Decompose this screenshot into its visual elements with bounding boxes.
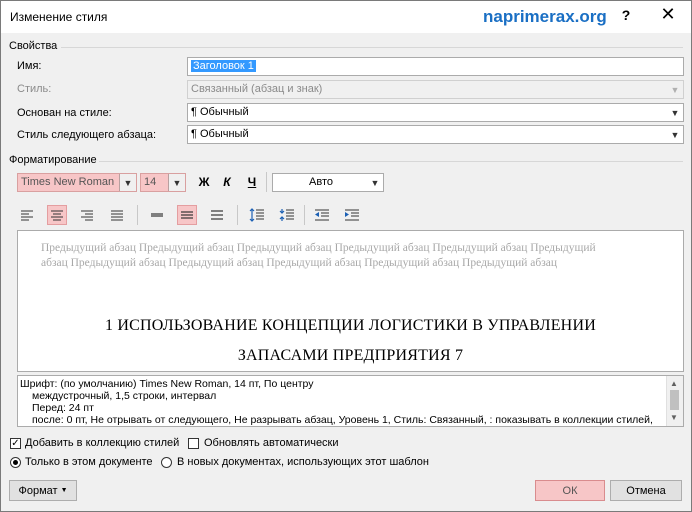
description-line: Перед: 24 пт [32, 402, 94, 414]
description-scrollbar[interactable]: ▲ ▼ [666, 376, 683, 426]
title-bar: Изменение стиля naprimerax.org ? ✕ [1, 1, 691, 33]
description-line: Шрифт: (по умолчанию) Times New Roman, 1… [20, 378, 314, 390]
space-before-increase-icon[interactable] [247, 205, 267, 225]
chevron-down-icon[interactable]: ▼ [667, 104, 683, 121]
based-on-select[interactable]: ¶ Обычный ▼ [187, 103, 684, 122]
add-to-gallery-checkbox[interactable]: ✓ [10, 438, 21, 449]
previous-paragraph-text: Предыдущий абзац Предыдущий абзац Предыд… [41, 242, 596, 269]
toolbar-separator [137, 205, 138, 225]
properties-divider [61, 47, 683, 48]
justify-icon[interactable] [107, 205, 127, 225]
font-size-select[interactable]: 14 ▼ [140, 173, 186, 192]
dialog-title: Изменение стиля [10, 10, 108, 24]
style-description: Шрифт: (по умолчанию) Times New Roman, 1… [17, 375, 684, 427]
formatting-section-label: Форматирование [9, 154, 97, 166]
watermark: naprimerax.org [483, 7, 607, 26]
based-on-label: Основан на стиле: [17, 107, 112, 119]
chevron-down-icon[interactable]: ▼ [667, 126, 683, 143]
align-right-icon[interactable] [77, 205, 97, 225]
bold-button[interactable]: Ж [194, 172, 214, 192]
chevron-down-icon[interactable]: ▼ [119, 174, 136, 191]
name-input[interactable]: Заголовок 1 [187, 57, 684, 76]
add-to-gallery-label[interactable]: Добавить в коллекцию стилей [25, 437, 179, 449]
style-type-value: Связанный (абзац и знак) [191, 83, 323, 95]
only-this-document-label[interactable]: Только в этом документе [25, 456, 153, 468]
toolbar-separator [237, 205, 238, 225]
scroll-up-icon[interactable]: ▲ [670, 378, 678, 390]
cancel-button[interactable]: Отмена [610, 480, 682, 501]
next-style-label: Стиль следующего абзаца: [17, 129, 157, 141]
ok-button[interactable]: ОК [535, 480, 605, 501]
close-button[interactable]: ✕ [657, 4, 679, 25]
next-style-value: ¶ Обычный [191, 128, 249, 140]
decrease-indent-icon[interactable] [312, 205, 332, 225]
font-color-select[interactable]: Авто ▼ [272, 173, 384, 192]
font-size-value: 14 [144, 176, 157, 188]
auto-update-checkbox[interactable] [188, 438, 199, 449]
align-left-icon[interactable] [17, 205, 37, 225]
font-name-value: Times New Roman [21, 176, 115, 188]
based-on-value: ¶ Обычный [191, 106, 249, 118]
name-value: Заголовок 1 [191, 60, 256, 72]
scroll-down-icon[interactable]: ▼ [670, 412, 678, 424]
auto-update-label[interactable]: Обновлять автоматически [204, 437, 339, 449]
one-half-spacing-icon[interactable] [177, 205, 197, 225]
style-type-select: Связанный (абзац и знак) ▼ [187, 80, 684, 99]
description-line: после: 0 пт, Не отрывать от следующего, … [32, 414, 653, 426]
increase-indent-icon[interactable] [342, 205, 362, 225]
format-button-label: Формат [18, 484, 58, 497]
double-spacing-icon[interactable] [207, 205, 227, 225]
description-line: междустрочный, 1,5 строки, интервал [32, 390, 217, 402]
new-documents-radio[interactable] [161, 457, 172, 468]
chevron-down-icon: ▼ [60, 487, 68, 494]
help-button[interactable]: ? [618, 7, 634, 23]
toolbar-separator [304, 205, 305, 225]
font-name-select[interactable]: Times New Roman ▼ [17, 173, 137, 192]
style-type-label: Стиль: [17, 83, 52, 95]
font-color-value: Авто [309, 176, 333, 188]
modify-style-dialog: Изменение стиля naprimerax.org ? ✕ Свойс… [0, 0, 692, 512]
chevron-down-icon: ▼ [670, 84, 680, 95]
single-spacing-icon[interactable] [147, 205, 167, 225]
chevron-down-icon[interactable]: ▼ [168, 174, 185, 191]
chevron-down-icon[interactable]: ▼ [367, 174, 383, 191]
preview-heading-line1: 1 ИСПОЛЬЗОВАНИЕ КОНЦЕПЦИИ ЛОГИСТИКИ В УП… [105, 317, 596, 334]
scroll-thumb[interactable] [670, 390, 679, 410]
name-label: Имя: [17, 60, 42, 72]
properties-section-label: Свойства [9, 40, 58, 52]
underline-button[interactable]: Ч [242, 172, 262, 192]
only-this-document-radio[interactable] [10, 457, 21, 468]
style-preview: Предыдущий абзац Предыдущий абзац Предыд… [17, 230, 684, 372]
space-before-decrease-icon[interactable] [277, 205, 297, 225]
formatting-divider [99, 161, 683, 162]
format-button[interactable]: Формат ▼ [9, 480, 77, 501]
italic-button[interactable]: К [217, 172, 237, 192]
preview-heading-line2: ЗАПАСАМИ ПРЕДПРИЯТИЯ 7 [237, 347, 464, 364]
toolbar-separator [266, 172, 267, 192]
align-center-icon[interactable] [47, 205, 67, 225]
new-documents-label[interactable]: В новых документах, использующих этот ша… [177, 456, 429, 468]
next-style-select[interactable]: ¶ Обычный ▼ [187, 125, 684, 144]
